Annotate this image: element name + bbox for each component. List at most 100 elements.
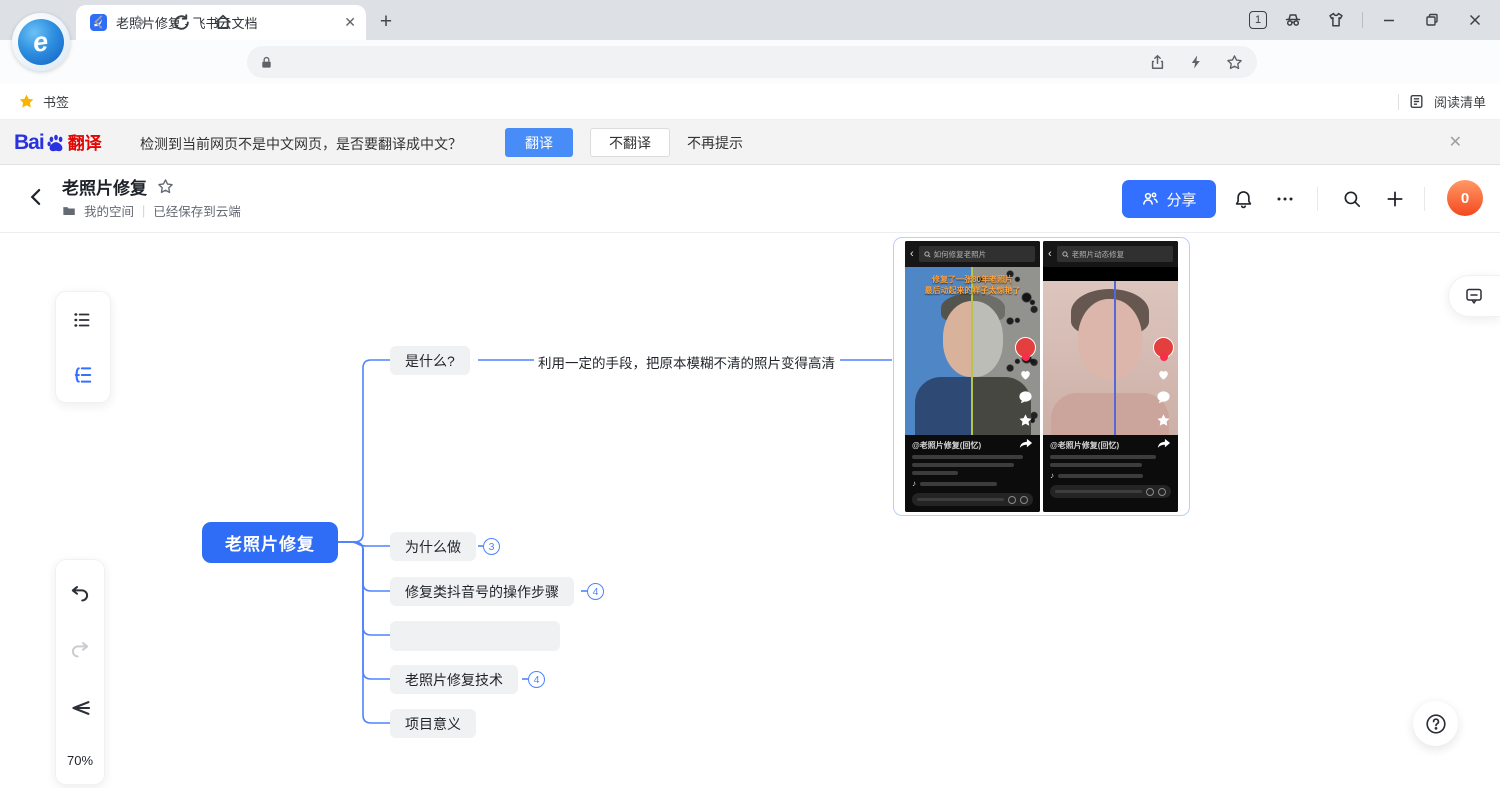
comment-bubble-icon (1464, 286, 1484, 306)
doc-back-icon[interactable] (22, 183, 50, 211)
phone2-music-row: ♪ (1050, 471, 1171, 480)
doc-sub-separator: | (142, 204, 145, 218)
phone2-search-text: 老照片动态修复 (1072, 249, 1125, 260)
new-tab-button[interactable]: + (372, 8, 400, 36)
minimize-button[interactable] (1372, 5, 1406, 35)
phone2-back-icon: ‹ (1048, 248, 1052, 260)
phone2-favorite-icon (1156, 413, 1171, 428)
node-what[interactable]: 是什么? (390, 346, 470, 375)
lightning-icon[interactable] (1188, 54, 1204, 70)
phone1-action-rail (1013, 337, 1037, 450)
comments-pill-button[interactable] (1448, 275, 1500, 317)
node-tech[interactable]: 老照片修复技术 (390, 665, 518, 694)
node-steps[interactable]: 修复类抖音号的操作步骤 (390, 577, 574, 606)
zoom-level[interactable]: 70% (67, 753, 93, 768)
phone1-music-row: ♪ (912, 479, 1033, 488)
translate-bar-close-icon[interactable]: ✕ (1449, 132, 1462, 152)
phone1-back-icon: ‹ (910, 248, 914, 260)
baidu-translate-logo: Bai 翻译 (14, 129, 102, 155)
share-page-icon[interactable] (1149, 54, 1166, 71)
fit-view-icon[interactable] (67, 695, 93, 721)
no-translate-button[interactable]: 不翻译 (590, 128, 670, 157)
window-controls: 1 (1249, 0, 1492, 40)
doc-header: 老照片修复 我的空间 | 已经保存到云端 分享 0 (0, 165, 1500, 233)
incognito-icon[interactable] (1276, 5, 1310, 35)
bookmark-star-gold-icon (18, 93, 35, 110)
translate-message: 检测到当前网页不是中文网页，是否要翻译成中文？ (140, 134, 462, 154)
outline-view-button[interactable] (56, 292, 110, 347)
refresh-icon[interactable] (168, 9, 194, 35)
mouse-gesture-icon[interactable] (1270, 48, 1500, 76)
phone1-caption-line (912, 471, 958, 475)
undo-icon[interactable] (68, 582, 92, 606)
node-steps-collapse-badge[interactable]: 4 (587, 583, 604, 600)
phone2-action-rail (1151, 337, 1175, 450)
node-why-collapse-badge[interactable]: 3 (483, 538, 500, 555)
attached-images-container[interactable]: ‹ 如何修复老照片 修复了一张80年老照片最后动起来的样子太惊艳了 (893, 237, 1190, 516)
search-icon[interactable] (1334, 181, 1370, 217)
translate-bar: Bai 翻译 检测到当前网页不是中文网页，是否要翻译成中文？ 翻译 不翻译 不再… (0, 120, 1500, 165)
never-remind-button[interactable]: 不再提示 (687, 133, 743, 153)
node-meaning[interactable]: 项目意义 (390, 709, 476, 738)
close-window-button[interactable] (1458, 5, 1492, 35)
phone1-caption-line (912, 463, 1014, 467)
phone2-topbar: ‹ 老照片动态修复 (1043, 241, 1178, 267)
header-separator-2 (1424, 187, 1425, 211)
phone1-comment-input (912, 493, 1033, 506)
doc-space[interactable]: 我的空间 (84, 201, 134, 220)
node-what-detail[interactable]: 利用一定的手段，把原本模糊不清的照片变得高清 (538, 352, 835, 372)
tab-close-icon[interactable]: ✕ (344, 14, 356, 31)
tab-count-button[interactable]: 1 (1249, 11, 1267, 29)
douyin-screenshot-2[interactable]: ‹ 老照片动态修复 (1043, 241, 1178, 512)
bookmarks-separator (1398, 94, 1399, 110)
node-why[interactable]: 为什么做 (390, 532, 476, 561)
phone2-author-avatar (1153, 337, 1174, 358)
browser-logo-orb: e (18, 19, 64, 65)
bookmark-star-icon[interactable] (1226, 54, 1243, 71)
phone2-divider-line (1114, 281, 1116, 435)
phone2-face (1078, 299, 1142, 379)
home-icon[interactable] (210, 9, 236, 35)
view-switch-panel (55, 291, 111, 403)
translate-button[interactable]: 翻译 (505, 128, 573, 157)
phone2-search-box: 老照片动态修复 (1057, 246, 1173, 262)
doc-more-icon[interactable] (1267, 181, 1303, 217)
share-button[interactable]: 分享 (1122, 180, 1216, 218)
phone2-caption-line (1050, 463, 1142, 467)
doc-title: 老照片修复 (62, 174, 147, 199)
address-bar[interactable] (247, 46, 1257, 78)
back-icon[interactable] (86, 9, 112, 35)
phone2-caption-line (1050, 455, 1156, 459)
phone1-topbar: ‹ 如何修复老照片 (905, 241, 1040, 267)
phone2-comment-icon (1156, 390, 1171, 404)
lock-icon (259, 55, 274, 70)
phone2-search-icon (1062, 251, 1069, 258)
window-controls-separator (1362, 12, 1363, 28)
mindmap-canvas[interactable]: 70% 老照片修复 是什么? 利用一定的手段，把原本模糊不清的照片变得高清 为什… (0, 233, 1500, 788)
bookmark-label: 书签 (43, 92, 69, 111)
restore-button[interactable] (1415, 5, 1449, 35)
bookmark-item[interactable]: 书签 (18, 92, 69, 111)
share-people-icon (1141, 190, 1159, 208)
phone1-overlay-text: 修复了一张80年老照片最后动起来的样子太惊艳了 (905, 274, 1040, 296)
folder-icon (62, 204, 76, 218)
user-avatar[interactable]: 0 (1447, 180, 1483, 216)
redo-icon[interactable] (68, 638, 92, 662)
node-empty[interactable] (390, 621, 560, 651)
create-new-icon[interactable] (1377, 181, 1413, 217)
browser-logo[interactable]: e (12, 13, 70, 71)
help-button[interactable] (1413, 701, 1458, 746)
favorite-star-icon[interactable] (157, 178, 174, 195)
notifications-bell-icon[interactable] (1225, 181, 1261, 217)
forward-icon[interactable] (127, 9, 153, 35)
mindmap-root-node[interactable]: 老照片修复 (202, 522, 338, 563)
phone1-search-text: 如何修复老照片 (934, 249, 987, 260)
connector-lines (0, 233, 1500, 788)
node-tech-collapse-badge[interactable]: 4 (528, 671, 545, 688)
phone2-like-icon (1156, 367, 1171, 381)
theme-skin-icon[interactable] (1319, 5, 1353, 35)
douyin-screenshot-1[interactable]: ‹ 如何修复老照片 修复了一张80年老照片最后动起来的样子太惊艳了 (905, 241, 1040, 512)
reading-list-button[interactable]: 阅读清单 (1434, 92, 1486, 111)
bookmarks-bar: 书签 阅读清单 (0, 84, 1500, 120)
mindmap-view-button[interactable] (56, 347, 110, 402)
